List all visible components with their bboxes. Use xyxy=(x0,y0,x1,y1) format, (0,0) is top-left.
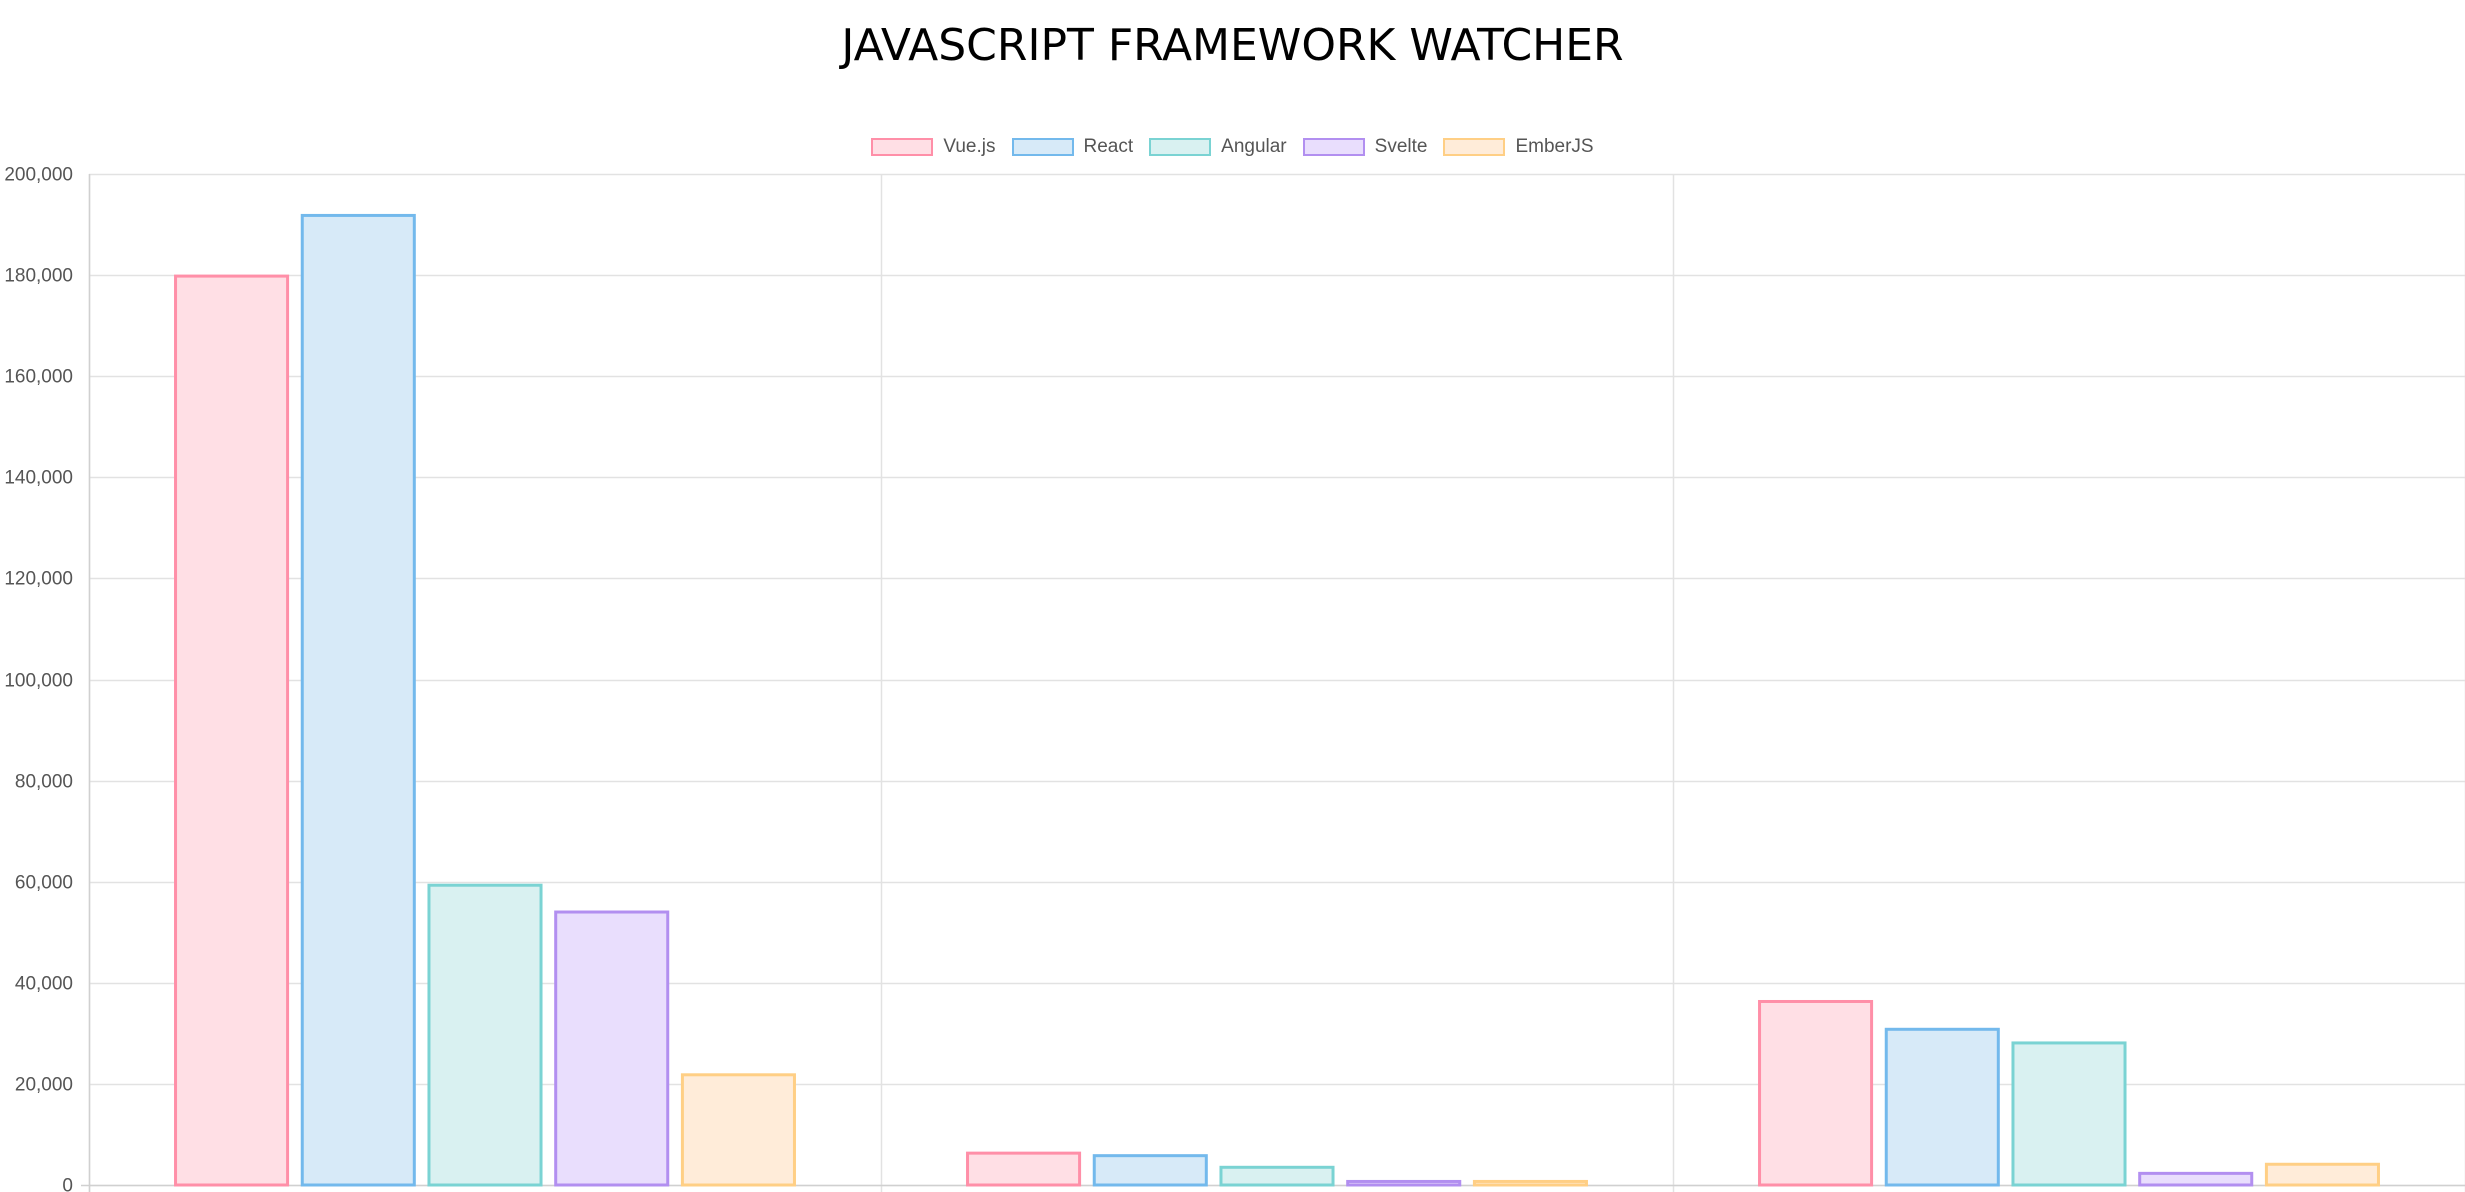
y-tick-label: 100,000 xyxy=(4,671,73,692)
bar-angular xyxy=(2011,1041,2127,1187)
bar-emberjs xyxy=(680,1073,796,1187)
y-tick-label: 120,000 xyxy=(4,569,73,590)
bar-angular xyxy=(427,883,543,1187)
y-tick-label: 60,000 xyxy=(15,873,73,894)
bar-emberjs xyxy=(2264,1162,2380,1187)
bar-react xyxy=(1092,1154,1208,1187)
y-tick-label: 40,000 xyxy=(15,974,73,995)
y-tick-label: 0 xyxy=(62,1176,73,1192)
bar-svelte xyxy=(554,910,670,1187)
y-tick-label: 200,000 xyxy=(4,165,73,186)
bar-react xyxy=(1884,1027,2000,1187)
y-tick-label: 180,000 xyxy=(4,266,73,287)
bar-angular xyxy=(1219,1165,1335,1187)
y-tick-label: 80,000 xyxy=(15,772,73,793)
bar-vue-js xyxy=(1758,999,1874,1187)
bar-svelte xyxy=(1346,1179,1462,1187)
y-tick-label: 20,000 xyxy=(15,1075,73,1096)
bar-chart: 0 20,000 40,000 60,000 80,000 100,000 120,000 1… xyxy=(4,165,2465,1192)
y-tick-label: 160,000 xyxy=(4,367,73,388)
tick-labels: 0 20,000 40,000 60,000 80,000 100,000 120,000 1… xyxy=(4,165,73,1192)
bars xyxy=(174,213,2380,1187)
y-tick-label: 140,000 xyxy=(4,468,73,489)
bar-vue-js xyxy=(966,1151,1082,1187)
bar-svelte xyxy=(2138,1171,2254,1187)
bar-vue-js xyxy=(174,274,290,1187)
bar-emberjs xyxy=(1472,1179,1588,1187)
bar-react xyxy=(300,213,416,1187)
